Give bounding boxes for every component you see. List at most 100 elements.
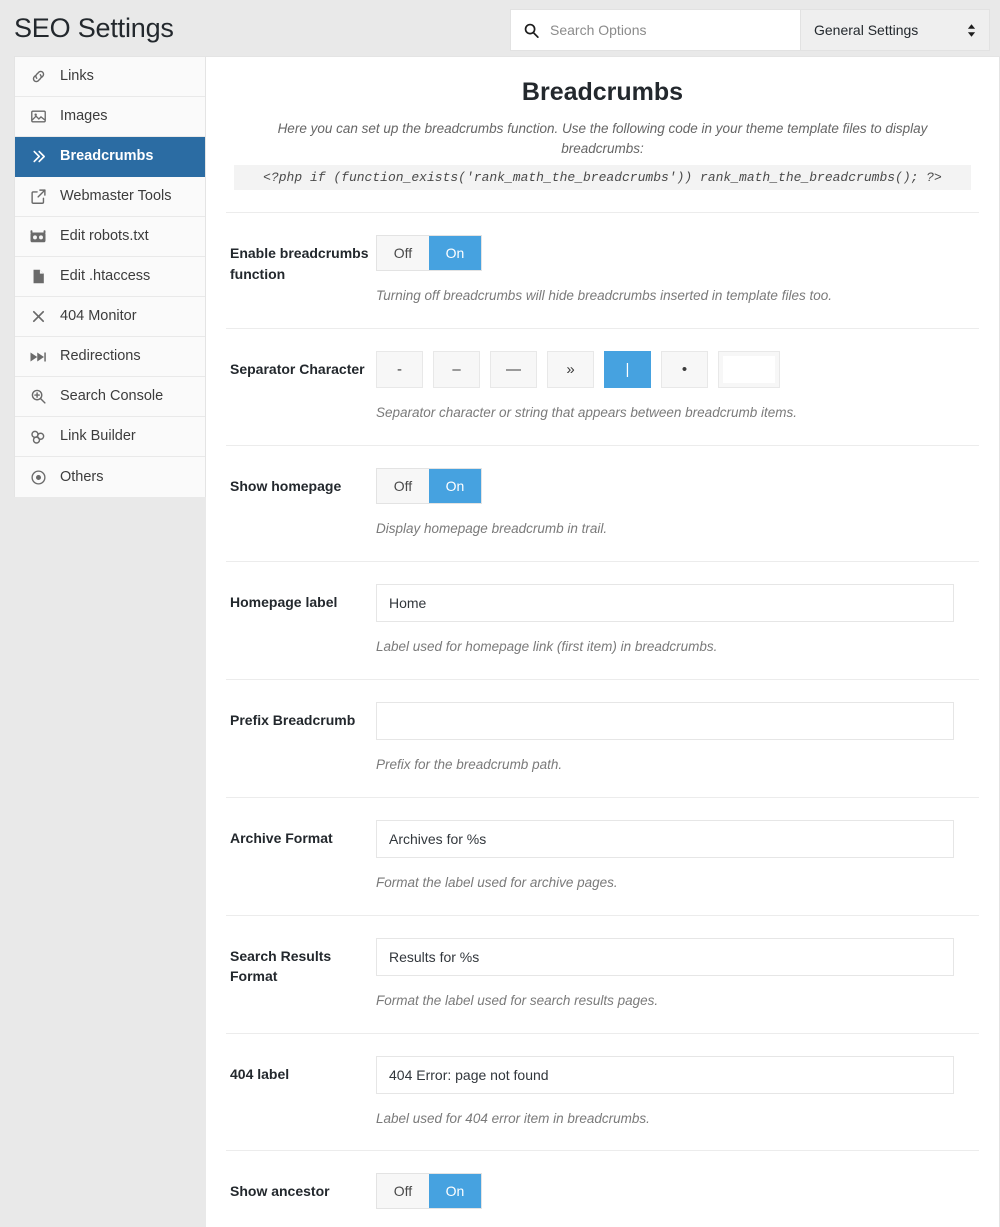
page-title: SEO Settings (14, 12, 174, 43)
setting-label: Archive Format (230, 829, 333, 846)
setting-row-enable-breadcrumbs: Enable breadcrumbs function Off On Turni… (226, 212, 979, 328)
toggle-option-on[interactable]: On (429, 236, 481, 271)
search-icon (523, 22, 540, 39)
setting-row-show-ancestor: Show ancestor Off On (226, 1150, 979, 1227)
sidebar-item-label: Edit .htaccess (60, 268, 151, 285)
chain-cluster-icon (29, 428, 47, 446)
sidebar-item-404-monitor[interactable]: 404 Monitor (15, 297, 205, 337)
setting-control: Format the label used for archive pages. (376, 819, 979, 893)
settings-sidebar: Links Images Breadcrumbs Webmaster Tools… (14, 56, 206, 497)
enable-breadcrumbs-toggle[interactable]: Off On (376, 235, 482, 272)
panel-header: Breadcrumbs Here you can set up the brea… (226, 57, 979, 191)
sidebar-item-label: Link Builder (60, 428, 136, 445)
toggle-option-off[interactable]: Off (377, 1174, 429, 1209)
sidebar-item-label: Search Console (60, 388, 164, 405)
external-link-icon (29, 188, 47, 206)
sidebar-item-edit-robots-txt[interactable]: Edit robots.txt (15, 217, 205, 257)
sidebar-item-others[interactable]: Others (15, 457, 205, 497)
file-icon (29, 268, 47, 286)
setting-help-text: Label used for homepage link (first item… (376, 639, 718, 655)
separator-custom-field-wrap (718, 351, 780, 389)
setting-help-text: Prefix for the breadcrumb path. (376, 756, 563, 772)
setting-row-archive-format: Archive Format Format the label used for… (226, 796, 979, 915)
show-ancestor-toggle[interactable]: Off On (376, 1173, 482, 1210)
sidebar-item-redirections[interactable]: Redirections (15, 337, 205, 377)
double-chevron-right-icon (29, 148, 47, 166)
sidebar-item-links[interactable]: Links (15, 57, 205, 97)
setting-row-prefix-breadcrumb: Prefix Breadcrumb Prefix for the breadcr… (226, 678, 979, 797)
setting-control: Off On Turning off breadcrumbs will hide… (376, 235, 979, 306)
sidebar-item-label: Webmaster Tools (60, 188, 172, 205)
sidebar-item-label: Images (60, 108, 108, 125)
setting-help-text: Format the label used for search results… (376, 992, 659, 1008)
setting-control: Label used for homepage link (first item… (376, 584, 979, 657)
setting-help-text: Format the label used for archive pages. (376, 874, 618, 890)
breadcrumbs-settings-panel: Breadcrumbs Here you can set up the brea… (206, 56, 1000, 1227)
setting-control: Prefix for the breadcrumb path. (376, 701, 979, 775)
content-area: Links Images Breadcrumbs Webmaster Tools… (0, 56, 1000, 1227)
setting-label: Prefix Breadcrumb (230, 711, 356, 728)
setting-help-text: Label used for 404 error item in breadcr… (376, 1110, 650, 1126)
toggle-option-off[interactable]: Off (377, 469, 429, 504)
setting-label: Show homepage (230, 478, 342, 495)
setting-label: Enable breadcrumbs function (230, 245, 369, 282)
sidebar-item-label: Others (60, 468, 104, 485)
setting-row-show-homepage: Show homepage Off On Display homepage br… (226, 445, 979, 561)
toggle-option-off[interactable]: Off (377, 236, 429, 271)
sidebar-item-images[interactable]: Images (15, 97, 205, 137)
setting-control: Label used for 404 error item in breadcr… (376, 1055, 979, 1129)
separator-option-en-dash[interactable]: – (433, 351, 480, 389)
404-label-input[interactable] (376, 1055, 954, 1094)
sidebar-item-breadcrumbs[interactable]: Breadcrumbs (15, 137, 205, 177)
setting-label: Show ancestor (230, 1183, 330, 1200)
sidebar-item-label: Breadcrumbs (60, 148, 154, 165)
separator-option-em-dash[interactable]: — (490, 351, 537, 389)
close-x-icon (29, 308, 47, 326)
sidebar-item-label: Links (60, 68, 94, 85)
sidebar-item-search-console[interactable]: Search Console (15, 377, 205, 417)
setting-label: Search Results Format (230, 947, 332, 984)
setting-control: Off On Display homepage breadcrumb in tr… (376, 468, 979, 539)
sidebar-item-edit-htaccess[interactable]: Edit .htaccess (15, 257, 205, 297)
show-homepage-toggle[interactable]: Off On (376, 468, 482, 505)
setting-label: 404 label (230, 1065, 290, 1082)
settings-group-select[interactable]: General Settings (800, 9, 990, 51)
top-header-bar: SEO Settings General Settings (0, 0, 1000, 56)
search-input[interactable] (550, 22, 788, 38)
fast-forward-icon (29, 348, 47, 366)
separator-option-double-angle-quote[interactable]: » (547, 351, 594, 389)
separator-custom-input[interactable] (723, 356, 775, 384)
setting-help-text: Turning off breadcrumbs will hide breadc… (376, 288, 832, 304)
separator-option-bullet[interactable]: • (661, 351, 708, 389)
toggle-option-on[interactable]: On (429, 469, 481, 504)
seo-settings-page: SEO Settings General Settings (0, 0, 1000, 1227)
updown-arrows-icon (967, 23, 976, 38)
setting-label: Separator Character (230, 361, 365, 378)
separator-option-pipe[interactable]: | (604, 351, 651, 389)
setting-row-separator-character: Separator Character - – — » | • Separato… (226, 328, 979, 445)
separator-option-hyphen[interactable]: - (376, 351, 423, 389)
header-tools: General Settings (510, 9, 990, 51)
setting-help-text: Display homepage breadcrumb in trail. (376, 521, 608, 537)
sidebar-item-link-builder[interactable]: Link Builder (15, 417, 205, 457)
setting-row-search-results-format: Search Results Format Format the label u… (226, 914, 979, 1033)
search-options-box[interactable] (510, 9, 800, 51)
sidebar-item-label: Redirections (60, 348, 141, 365)
homepage-label-input[interactable] (376, 584, 954, 623)
search-results-format-input[interactable] (376, 937, 954, 976)
setting-control: - – — » | • Separator character or strin… (376, 351, 979, 423)
sidebar-item-label: Edit robots.txt (60, 228, 149, 245)
prefix-breadcrumb-input[interactable] (376, 701, 954, 740)
sidebar-item-webmaster-tools[interactable]: Webmaster Tools (15, 177, 205, 217)
panel-title: Breadcrumbs (521, 78, 684, 106)
settings-group-selected-value: General Settings (814, 22, 919, 38)
toggle-option-on[interactable]: On (429, 1174, 481, 1209)
settings-rows: Enable breadcrumbs function Off On Turni… (226, 212, 979, 1227)
archive-format-input[interactable] (376, 819, 954, 858)
robot-icon (29, 228, 47, 246)
separator-options-group: - – — » | • (376, 351, 979, 389)
circle-dot-icon (29, 468, 47, 486)
magnifier-plus-icon (29, 388, 47, 406)
link-icon (29, 68, 47, 86)
sidebar-item-label: 404 Monitor (60, 308, 137, 325)
